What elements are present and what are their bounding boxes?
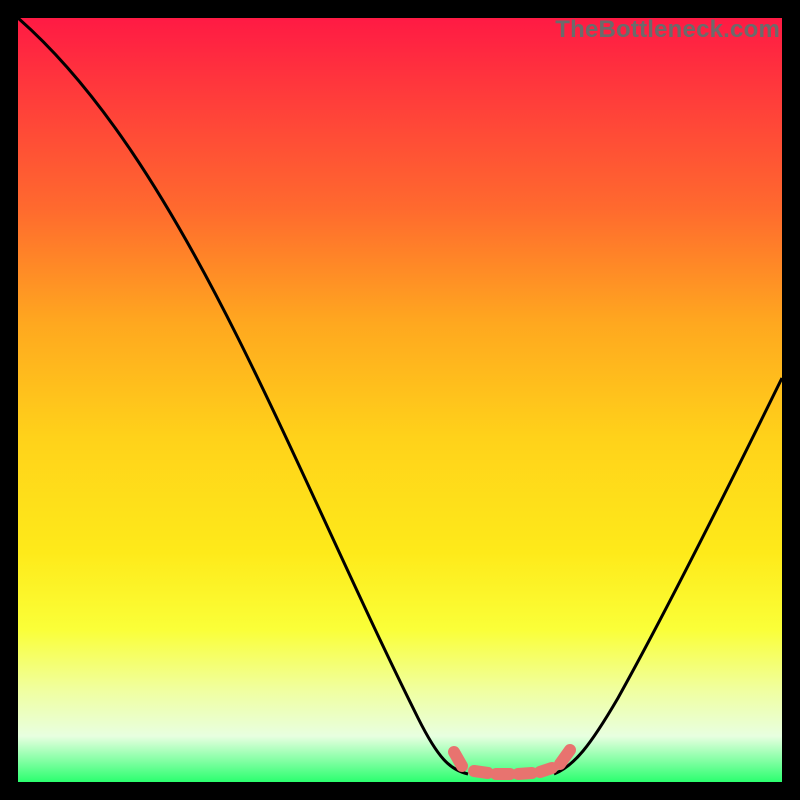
- chart-frame: TheBottleneck.com: [18, 18, 782, 782]
- left-curve: [18, 18, 468, 774]
- watermark-text: TheBottleneck.com: [555, 16, 780, 44]
- right-curve: [554, 378, 782, 774]
- bottom-markers: [454, 750, 570, 774]
- chart-curves: [18, 18, 782, 782]
